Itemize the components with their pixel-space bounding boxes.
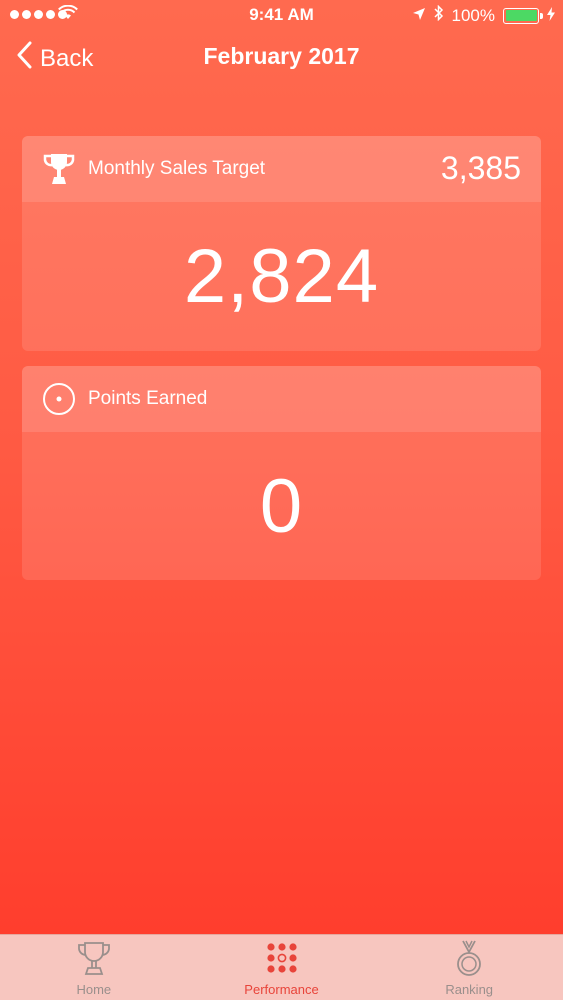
battery-percent: 100% [451,5,495,25]
bluetooth-icon [433,4,444,26]
points-earned-header: Points Earned [22,366,541,432]
trophy-icon [42,152,76,186]
sales-target-card[interactable]: Monthly Sales Target 3,385 2,824 [22,136,541,351]
tab-home-label: Home [76,982,112,997]
battery-icon [503,7,543,24]
trophy-outline-icon [76,938,112,978]
sales-target-body: 2,824 [22,202,541,351]
tab-bar: Home Performance Ranking [0,934,563,1000]
sales-target-label: Monthly Sales Target [88,158,266,179]
medal-icon [454,938,484,978]
navigation-bar: Back February 2017 [0,30,563,86]
location-arrow-icon [412,6,426,26]
points-earned-value: 0 [259,463,304,549]
tab-ranking[interactable]: Ranking [375,935,563,1000]
points-earned-body: 0 [22,432,541,580]
tab-ranking-label: Ranking [445,982,494,997]
tab-home[interactable]: Home [0,935,188,1000]
points-earned-card[interactable]: Points Earned 0 [22,366,541,580]
sales-current-value: 2,824 [183,234,380,319]
target-circle-icon [42,382,76,416]
sales-target-value: 3,385 [440,150,521,186]
charging-bolt-icon [547,6,555,26]
dot-grid-icon [265,938,299,978]
sales-target-header: Monthly Sales Target 3,385 [22,136,541,202]
points-earned-label: Points Earned [88,388,208,409]
tab-performance-label: Performance [244,982,319,997]
status-bar: 9:41 AM 100% [0,0,563,30]
page-title: February 2017 [203,43,360,69]
tab-performance[interactable]: Performance [188,935,376,1000]
